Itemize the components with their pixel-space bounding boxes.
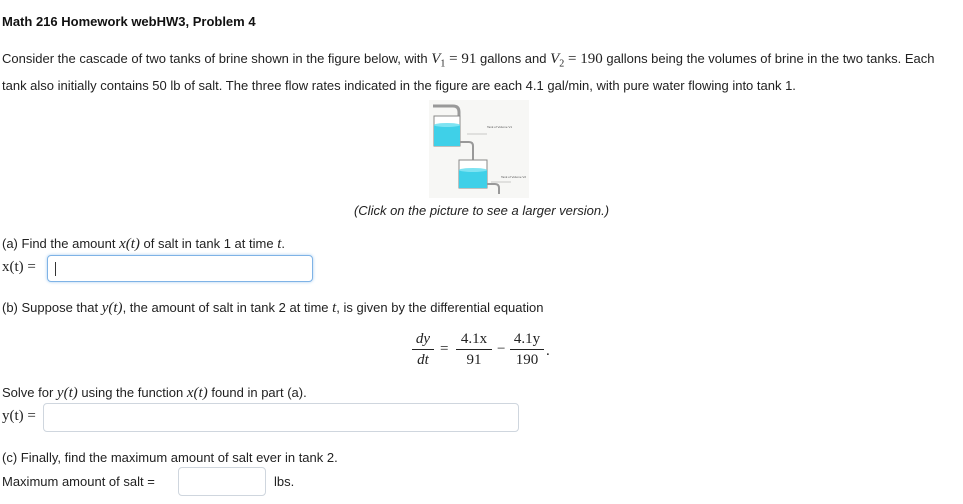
- part-b-lhs: y(t) =: [2, 408, 36, 424]
- units-label: lbs.: [274, 474, 295, 489]
- part-a-function: x(t): [119, 236, 140, 252]
- tank-2-water: [459, 170, 487, 188]
- solve-function-x: x(t): [186, 385, 208, 401]
- solve-text-1: Solve for: [2, 385, 57, 400]
- part-b-function: y(t): [101, 300, 123, 316]
- term-1-fraction: 4.1x 91: [456, 331, 492, 369]
- part-a-text-1: (a) Find the amount: [2, 236, 120, 251]
- tank-1-surface: [434, 123, 460, 127]
- part-b-text-1: (b) Suppose that: [2, 300, 102, 315]
- part-b-text-3: , is given by the differential equation: [336, 300, 544, 315]
- solve-function-y: y(t): [56, 385, 78, 401]
- equation-equals: =: [440, 341, 449, 357]
- tank-diagram: Tank of Volume V1 Tank of Volume V2: [433, 104, 526, 194]
- part-a-text-2: of salt in tank 1 at time: [139, 236, 278, 251]
- v2-symbol: V: [550, 51, 560, 67]
- solve-text-3: found in part (a).: [207, 385, 307, 400]
- term-2-numerator: 4.1y: [513, 331, 541, 347]
- inflow-pipe: [433, 104, 461, 116]
- equation-period: .: [546, 343, 550, 359]
- v1-value: = 91: [445, 51, 477, 67]
- problem-intro: Consider the cascade of two tanks of bri…: [2, 48, 957, 96]
- x-of-t-answer-input[interactable]: [47, 255, 313, 282]
- tank-2-surface: [459, 168, 487, 172]
- term-2-fraction: 4.1y 190: [510, 331, 544, 369]
- part-b-prompt: (b) Suppose that y(t), the amount of sal…: [2, 300, 543, 317]
- part-b-text-2: , the amount of salt in tank 2 at time: [122, 300, 333, 315]
- y-of-t-answer-input[interactable]: [43, 403, 519, 432]
- solve-text-2: using the function: [77, 385, 187, 400]
- tank-1-water: [434, 125, 460, 146]
- tank-cascade-figure[interactable]: Tank of Volume V1 Tank of Volume V2: [429, 100, 529, 198]
- intro-text-1: Consider the cascade of two tanks of bri…: [2, 51, 432, 66]
- max-salt-label: Maximum amount of salt =: [2, 474, 155, 489]
- derivative-denominator: dt: [417, 352, 429, 368]
- tank-2-outlet-pipe: [487, 183, 500, 194]
- intro-text-2: gallons and: [476, 51, 551, 66]
- v2-value: = 190: [564, 51, 603, 67]
- figure-caption: (Click on the picture to see a larger ve…: [353, 203, 610, 218]
- tank-2-label: Tank of Volume V2: [501, 175, 526, 179]
- part-a-lhs: x(t) =: [2, 259, 36, 275]
- derivative-numerator: dy: [415, 331, 431, 347]
- equation-minus: −: [497, 341, 506, 357]
- tank-1-label: Tank of Volume V1: [487, 125, 512, 129]
- term-2-bar: [510, 349, 544, 350]
- derivative-bar: [412, 349, 434, 350]
- term-1-bar: [456, 349, 492, 350]
- problem-title: Math 216 Homework webHW3, Problem 4: [2, 14, 256, 29]
- term-1-denominator: 91: [466, 352, 482, 368]
- solve-for-y-prompt: Solve for y(t) using the function x(t) f…: [2, 385, 307, 402]
- derivative-fraction: dy dt: [412, 331, 434, 369]
- part-a-prompt: (a) Find the amount x(t) of salt in tank…: [2, 236, 285, 253]
- part-c-prompt: (c) Finally, find the maximum amount of …: [2, 450, 338, 465]
- text-cursor: [55, 262, 56, 276]
- part-a-text-3: .: [281, 236, 285, 251]
- term-2-denominator: 190: [515, 352, 539, 368]
- term-1-numerator: 4.1x: [460, 331, 488, 347]
- max-salt-answer-input[interactable]: [178, 467, 266, 496]
